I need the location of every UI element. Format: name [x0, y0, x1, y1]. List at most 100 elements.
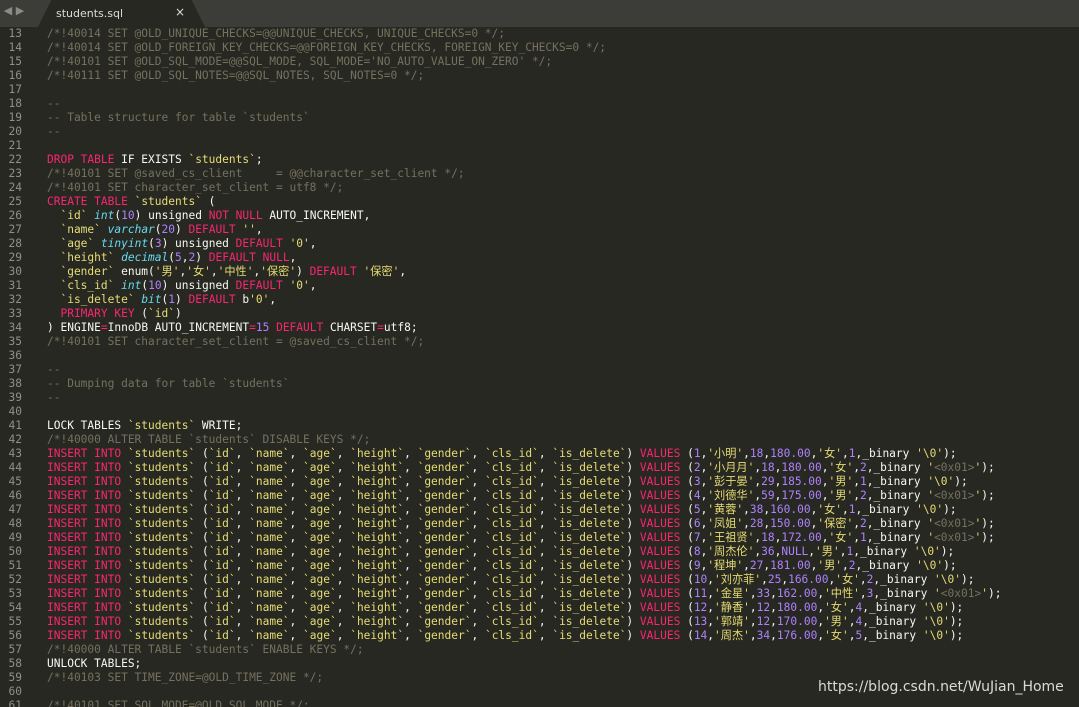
code-token: <0x01> — [940, 587, 982, 600]
code-token: AUTO_INCREMENT, — [262, 209, 371, 222]
code-token: VALUES — [639, 489, 681, 502]
code-token: -- — [47, 391, 61, 404]
line-number: 48 — [8, 517, 22, 530]
code-text: `id` int(10) unsigned NOT NULL AUTO_INCR… — [47, 209, 370, 223]
code-token: 4 — [693, 489, 701, 502]
code-token: `name` — [249, 447, 290, 460]
code-token: `cls_id` — [484, 447, 539, 460]
code-token: `height` — [350, 629, 405, 642]
code-line: 58 UNLOCK TABLES; — [0, 657, 1079, 671]
code-token: `students` — [127, 545, 196, 558]
code-text: /*!40014 SET @OLD_UNIQUE_CHECKS=@@UNIQUE… — [47, 27, 505, 41]
code-text: INSERT INTO `students` (`id`, `name`, `a… — [47, 531, 995, 545]
code-line: 46 INSERT INTO `students` (`id`, `name`, … — [0, 489, 1079, 503]
code-token: 25 — [767, 573, 782, 586]
code-token: ); — [981, 461, 995, 474]
code-token: VALUES — [639, 573, 681, 586]
code-token: 10 — [121, 209, 135, 222]
code-token: , — [181, 251, 189, 264]
code-token: , — [336, 559, 351, 572]
code-token: , — [821, 461, 829, 474]
code-token: `gender` — [417, 601, 472, 614]
code-token: `name` — [249, 517, 290, 530]
line-number: 17 — [8, 83, 22, 96]
tab-scroll-left-icon[interactable]: ◀ — [2, 3, 14, 19]
code-token: '女' — [835, 573, 860, 586]
code-line: 52 INSERT INTO `students` (`id`, `name`, … — [0, 573, 1079, 587]
code-token: `height` — [350, 447, 405, 460]
code-token: 180.00 — [770, 447, 811, 460]
code-token: , — [336, 531, 351, 544]
line-number: 15 — [8, 55, 22, 68]
code-token: ) — [626, 503, 640, 516]
code-text: -- Table structure for table `students` — [47, 111, 310, 125]
code-token: `name` — [249, 587, 290, 600]
line-number: 29 — [8, 251, 22, 264]
code-token: INSERT INTO — [47, 545, 122, 558]
code-token: 28 — [749, 517, 764, 530]
code-token: , — [538, 559, 553, 572]
code-token: ) — [195, 251, 209, 264]
code-token: VALUES — [639, 545, 681, 558]
code-token: , — [471, 503, 485, 516]
code-token: , — [289, 601, 304, 614]
code-token: `age` — [303, 517, 337, 530]
code-token: `students` — [127, 573, 196, 586]
code-token: `gender` — [417, 531, 472, 544]
code-token: 8 — [693, 545, 701, 558]
code-token: `id` — [208, 447, 236, 460]
code-token: 1 — [859, 531, 867, 544]
code-token: , — [235, 587, 250, 600]
code-editor[interactable]: 13/*!40014 SET @OLD_UNIQUE_CHECKS=@@UNIQ… — [0, 27, 1079, 707]
code-token: , — [235, 615, 250, 628]
code-token: , — [336, 629, 351, 642]
code-token: INSERT INTO — [47, 489, 122, 502]
code-token: '凤姐' — [707, 517, 744, 530]
line-number: 16 — [8, 69, 22, 82]
code-token: ) — [626, 615, 640, 628]
code-token: ); — [954, 475, 968, 488]
code-token: ); — [949, 615, 964, 628]
code-token: '\0' — [934, 573, 961, 586]
code-line: 54 INSERT INTO `students` (`id`, `name`, … — [0, 601, 1079, 615]
code-text: `name` varchar(20) DEFAULT '', — [47, 223, 262, 237]
code-token: `age` — [303, 615, 337, 628]
code-token: , — [471, 601, 485, 614]
code-token: `age` — [303, 601, 337, 614]
code-token: ) — [296, 265, 310, 278]
code-token: CHARSET — [323, 321, 378, 334]
code-text: INSERT INTO `students` (`id`, `name`, `a… — [47, 517, 995, 531]
code-token: /*!40103 SET TIME_ZONE=@OLD_TIME_ZONE */… — [47, 671, 324, 684]
code-token: `gender` — [417, 503, 472, 516]
code-token: /*!40014 SET @OLD_FOREIGN_KEY_CHECKS=@@F… — [47, 41, 607, 54]
code-token: 1 — [848, 503, 856, 516]
code-token: `students` — [127, 475, 196, 488]
tab-students-sql[interactable]: students.sql × — [38, 0, 205, 27]
code-token: `height` — [350, 503, 405, 516]
code-token: ,_binary — [866, 489, 928, 502]
code-token: `students` — [127, 559, 196, 572]
code-token: , — [471, 489, 485, 502]
code-token: `is_delete` — [552, 573, 627, 586]
code-token: `id` — [208, 461, 236, 474]
code-token: `cls_id` — [484, 559, 539, 572]
code-token: `name` — [249, 601, 290, 614]
code-token: 5 — [693, 503, 701, 516]
code-token: `height` — [350, 601, 405, 614]
code-token: `is_delete` — [552, 461, 627, 474]
code-token: ) — [175, 223, 189, 236]
code-token: `name` — [249, 475, 290, 488]
line-number: 25 — [8, 195, 22, 208]
code-line: 28 `age` tinyint(3) unsigned DEFAULT '0'… — [0, 237, 1079, 251]
code-token: '0' — [249, 293, 270, 306]
code-token: ) — [626, 587, 640, 600]
line-number: 35 — [8, 335, 22, 348]
code-token: , — [842, 447, 849, 460]
code-token: , — [538, 489, 553, 502]
close-icon[interactable]: × — [173, 5, 187, 19]
code-token: `height` — [350, 587, 405, 600]
code-token: DEFAULT — [309, 265, 357, 278]
code-token: , — [821, 531, 829, 544]
tab-scroll-right-icon[interactable]: ▶ — [14, 3, 26, 19]
